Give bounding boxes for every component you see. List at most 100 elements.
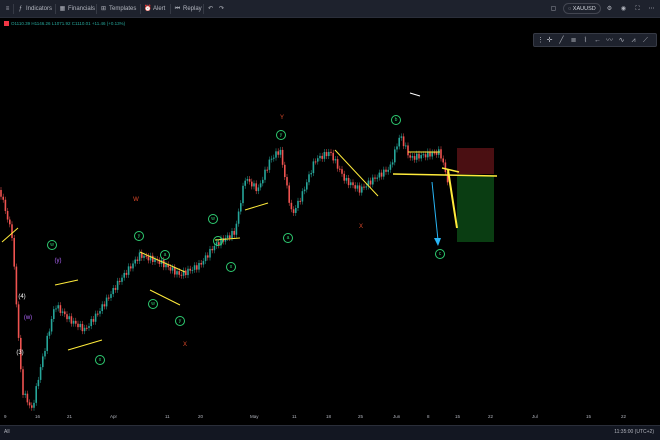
settings-button[interactable]: ⚙ — [606, 3, 615, 15]
candle — [196, 265, 198, 270]
chart-layout-button[interactable]: ≡ — [4, 3, 13, 15]
wave-label-y-red[interactable]: Y — [276, 115, 288, 125]
wave-label-x-3[interactable]: x — [226, 262, 236, 272]
time-axis-tick: 21 — [67, 414, 73, 419]
wave-label-a-1[interactable]: a — [160, 250, 170, 260]
wave-label-3-paren[interactable]: (3) — [14, 350, 26, 360]
wave-label-x-1[interactable]: x — [95, 355, 105, 365]
time-axis-tick: 15 — [455, 414, 461, 419]
alert-button[interactable]: ⏰ Alert — [144, 3, 165, 15]
candle — [319, 155, 321, 159]
wave-label-y-2[interactable]: y — [175, 316, 185, 326]
candle — [413, 156, 416, 160]
candle — [108, 297, 110, 299]
indicators-icon: ƒ — [18, 6, 23, 12]
ohlc-values: O1110.39 H1146.26 L1071.92 C1110.01 +11.… — [11, 21, 126, 26]
candle — [127, 266, 130, 275]
wave-label-x-red-2[interactable]: X — [355, 224, 367, 234]
candle — [336, 159, 339, 169]
candle — [242, 185, 244, 204]
bottom-bar: All 11:35:00 (UTC+2) — [0, 425, 660, 440]
time-axis-tick: 22 — [621, 414, 627, 419]
wave-label-w-red[interactable]: W — [130, 197, 142, 207]
pattern-tool-icon[interactable]: ⌇ — [581, 35, 590, 46]
candle — [248, 179, 251, 182]
expand-icon: ⛶ — [635, 6, 640, 12]
publish-button[interactable]: ⛶ — [634, 3, 643, 15]
more-button[interactable]: ⋯ — [648, 3, 657, 15]
cursor-icon[interactable]: ✛ — [545, 35, 554, 46]
wave-label-w-2[interactable]: w — [148, 299, 158, 309]
time-axis-tick: 18 — [326, 414, 332, 419]
candle — [24, 393, 26, 395]
candle — [116, 280, 119, 290]
elliott-tool-icon[interactable]: ⩘ — [629, 35, 638, 46]
replay-icon: ⏮ — [174, 6, 181, 12]
candle — [2, 196, 4, 200]
time-axis-tick: 16 — [35, 414, 41, 419]
candle — [374, 177, 376, 179]
arrow-tool-icon[interactable]: ← — [593, 35, 602, 46]
alert-label: Alert — [153, 6, 166, 12]
trendlines[interactable] — [1, 92, 498, 351]
candle — [92, 319, 95, 322]
candle — [171, 267, 174, 271]
symbol-pill[interactable]: ◌ XAUUSD — [563, 3, 601, 14]
wave-label-a-2[interactable]: a — [283, 233, 293, 243]
candle — [246, 179, 249, 181]
price-chart[interactable] — [0, 0, 660, 440]
redo-icon: ↷ — [218, 6, 225, 12]
camera-button[interactable]: ◉ — [620, 3, 629, 15]
time-axis-tick: May — [250, 414, 259, 419]
wave-label-c-1[interactable]: c — [435, 249, 445, 259]
range-all-button[interactable]: All — [4, 429, 10, 435]
wave-label-4-paren[interactable]: (4) — [16, 294, 28, 304]
trendline — [244, 202, 269, 211]
wave-label-w-paren[interactable]: (w) — [22, 315, 34, 325]
candle — [180, 274, 183, 276]
candle — [424, 154, 427, 158]
candle — [204, 255, 207, 262]
candle — [396, 146, 398, 150]
close-icon[interactable] — [4, 21, 9, 26]
candle — [207, 255, 209, 258]
wave-label-x-2[interactable]: x — [213, 236, 223, 246]
redo-button[interactable]: ↷ — [218, 3, 227, 15]
wave-label-x-red-1[interactable]: X — [179, 342, 191, 352]
templates-button[interactable]: ⊞ Templates — [100, 3, 136, 15]
candle — [343, 173, 345, 181]
brush-tool-icon[interactable]: 〰 — [605, 35, 614, 46]
wave-label-y-paren[interactable]: (y) — [52, 258, 64, 268]
candle — [229, 235, 231, 239]
candle — [435, 152, 438, 155]
candle — [409, 155, 411, 158]
replay-label: Replay — [183, 6, 202, 12]
candle — [398, 137, 400, 147]
fullscreen-toggle[interactable]: ▢ — [550, 3, 559, 15]
wave-tool-icon[interactable]: ∿ — [617, 35, 626, 46]
candle — [235, 223, 238, 235]
fib-tool-icon[interactable]: ≣ — [569, 35, 578, 46]
candle — [391, 162, 394, 165]
wave-label-w-main[interactable]: w — [47, 240, 57, 250]
financials-button[interactable]: ▦ Financials — [59, 3, 95, 15]
candle — [213, 245, 216, 251]
candle — [66, 314, 68, 320]
ruler-tool-icon[interactable]: ⟋ — [641, 35, 650, 46]
wave-label-y-1[interactable]: y — [134, 231, 144, 241]
drag-handle-icon[interactable]: ⋮ — [536, 35, 545, 46]
candle — [330, 151, 332, 153]
undo-button[interactable]: ↶ — [207, 3, 216, 15]
candle — [277, 151, 279, 155]
indicators-button[interactable]: ƒ Indicators — [17, 3, 52, 15]
candle — [143, 255, 145, 258]
trendline-tool-icon[interactable]: ╱ — [557, 35, 566, 46]
replay-button[interactable]: ⏮ Replay — [174, 3, 202, 15]
wave-label-w-3[interactable]: w — [208, 214, 218, 224]
trendline — [54, 279, 79, 286]
wave-label-y-3[interactable]: y — [276, 130, 286, 140]
time-axis-tick: Jul — [532, 414, 538, 419]
wave-label-b-1[interactable]: b — [391, 115, 401, 125]
candle — [22, 369, 24, 395]
candle — [50, 319, 53, 332]
